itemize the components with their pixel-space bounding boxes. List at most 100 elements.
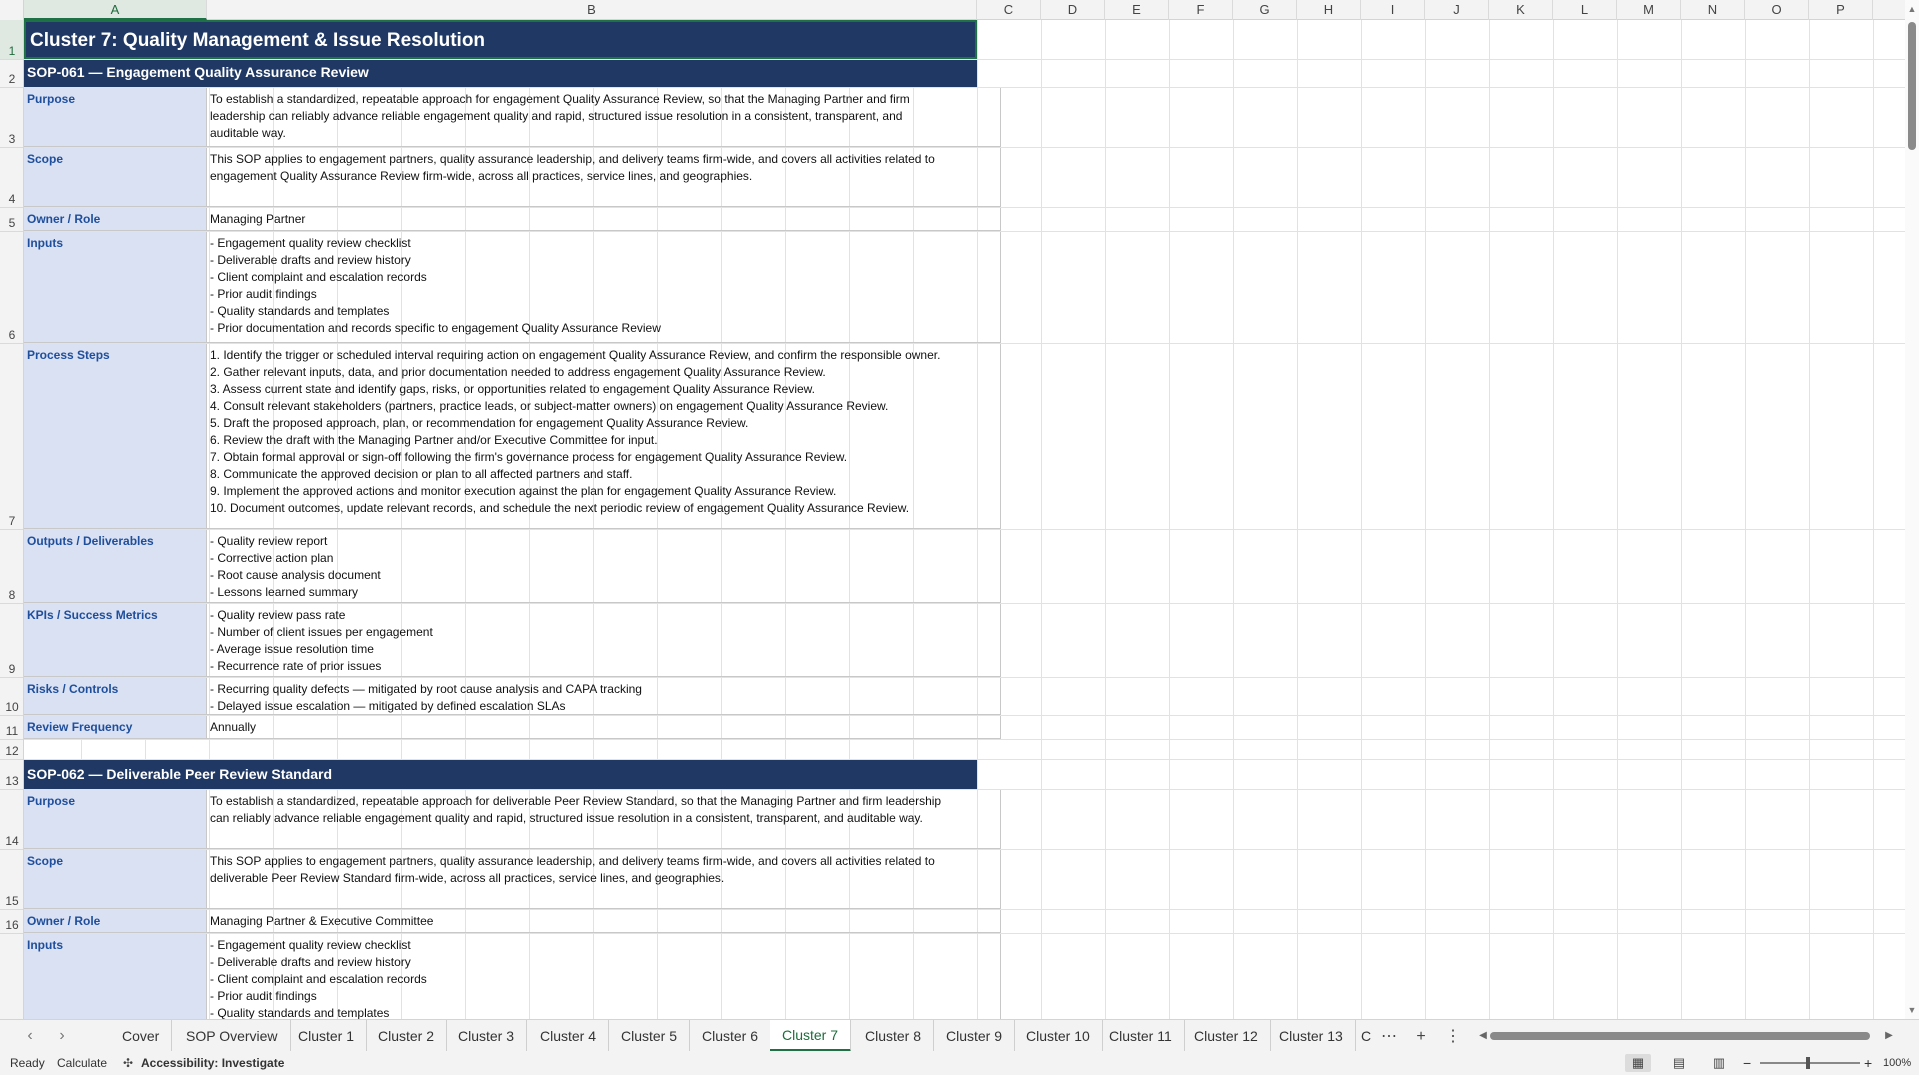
add-sheet-icon[interactable]: +	[1410, 1026, 1432, 1048]
row-header-1[interactable]: 1	[0, 20, 23, 60]
row-header-8[interactable]: 8	[0, 530, 23, 604]
column-header-c[interactable]: C	[977, 0, 1041, 20]
column-header-d[interactable]: D	[1041, 0, 1105, 20]
kpis-label-cell[interactable]: KPIs / Success Metrics	[24, 604, 207, 677]
worksheet-grid[interactable]: Cluster 7: Quality Management & Issue Re…	[24, 20, 1905, 1019]
sheet-tab[interactable]: Cluster 5	[609, 1020, 691, 1052]
inputs-value-cell[interactable]: - Engagement quality review checklist - …	[207, 934, 1001, 1019]
sheet-tab[interactable]: Cluster 6	[690, 1020, 772, 1052]
risks-value-cell[interactable]: - Recurring quality defects — mitigated …	[207, 678, 1001, 715]
column-header-j[interactable]: J	[1425, 0, 1489, 20]
owner-value-cell[interactable]: Managing Partner & Executive Committee	[207, 910, 1001, 933]
column-header-o[interactable]: O	[1745, 0, 1809, 20]
row-header-13[interactable]: 13	[0, 760, 23, 790]
row-header-6[interactable]: 6	[0, 232, 23, 344]
next-sheet-icon[interactable]: ›	[52, 1026, 72, 1046]
sheet-tab[interactable]: Cluster 11	[1097, 1020, 1185, 1052]
purpose-label-cell[interactable]: Purpose	[24, 790, 207, 849]
column-header-p[interactable]: P	[1809, 0, 1873, 20]
cluster-title-cell[interactable]: Cluster 7: Quality Management & Issue Re…	[24, 20, 977, 59]
review-label-cell[interactable]: Review Frequency	[24, 716, 207, 739]
horizontal-scrollbar[interactable]: ◀ ▶	[1476, 1029, 1896, 1043]
blank-row[interactable]	[24, 740, 1905, 760]
scroll-right-icon[interactable]: ▶	[1882, 1029, 1896, 1043]
outputs-value-cell[interactable]: - Quality review report - Corrective act…	[207, 530, 1001, 603]
horizontal-scroll-thumb[interactable]	[1490, 1032, 1870, 1040]
row-header-16[interactable]: 16	[0, 910, 23, 934]
scope-value-cell[interactable]: This SOP applies to engagement partners,…	[207, 148, 1001, 207]
purpose-label-cell[interactable]: Purpose	[24, 88, 207, 147]
column-header-a[interactable]: A	[24, 0, 207, 20]
scroll-up-icon[interactable]: ▲	[1905, 2, 1919, 16]
zoom-slider-knob[interactable]	[1806, 1057, 1810, 1069]
row-header-5[interactable]: 5	[0, 208, 23, 232]
sheet-tab-active[interactable]: Cluster 7	[770, 1020, 852, 1052]
vertical-scrollbar[interactable]: ▲ ▼	[1905, 0, 1919, 1019]
risks-label-cell[interactable]: Risks / Controls	[24, 678, 207, 715]
scope-label-cell[interactable]: Scope	[24, 850, 207, 909]
owner-value-cell[interactable]: Managing Partner	[207, 208, 1001, 231]
scroll-left-icon[interactable]: ◀	[1476, 1029, 1490, 1043]
tab-options-icon[interactable]: ⋮	[1442, 1026, 1464, 1048]
zoom-out-icon[interactable]: −	[1743, 1051, 1751, 1075]
sheet-tab[interactable]: Cluster 10	[1014, 1020, 1103, 1052]
row-header-10[interactable]: 10	[0, 678, 23, 716]
steps-value-cell[interactable]: 1. Identify the trigger or scheduled int…	[207, 344, 1001, 529]
column-header-i[interactable]: I	[1361, 0, 1425, 20]
select-all-corner[interactable]	[0, 0, 24, 20]
sop-062-header-cell[interactable]: SOP-062 — Deliverable Peer Review Standa…	[24, 760, 977, 789]
row-header-9[interactable]: 9	[0, 604, 23, 678]
row-header-2[interactable]: 2	[0, 60, 23, 88]
column-header-h[interactable]: H	[1297, 0, 1361, 20]
row-header-14[interactable]: 14	[0, 790, 23, 850]
sheet-tab[interactable]: Cluster 4	[528, 1020, 610, 1052]
column-header-b[interactable]: B	[207, 0, 977, 20]
kpis-value-cell[interactable]: - Quality review pass rate - Number of c…	[207, 604, 1001, 677]
row-header-11[interactable]: 11	[0, 716, 23, 740]
sheet-tab[interactable]: Cluster 13	[1267, 1020, 1356, 1052]
sheet-tab-truncated[interactable]: C	[1355, 1020, 1377, 1052]
sheet-tab[interactable]: Cluster 9	[934, 1020, 1016, 1052]
sop-061-header-cell[interactable]: SOP-061 — Engagement Quality Assurance R…	[24, 60, 977, 87]
row-header-7[interactable]: 7	[0, 344, 23, 530]
prev-sheet-icon[interactable]: ‹	[20, 1026, 40, 1046]
column-header-l[interactable]: L	[1553, 0, 1617, 20]
sheet-tab[interactable]: Cluster 3	[446, 1020, 528, 1052]
row-header-17[interactable]: 17	[0, 934, 23, 1019]
accessibility-status[interactable]: Accessibility: Investigate	[141, 1051, 284, 1075]
column-header-g[interactable]: G	[1233, 0, 1297, 20]
sheet-tab[interactable]: Cluster 2	[366, 1020, 448, 1052]
accessibility-icon[interactable]: ✣	[123, 1051, 133, 1075]
sheet-tab[interactable]: Cover	[110, 1020, 173, 1052]
purpose-value-cell[interactable]: To establish a standardized, repeatable …	[207, 790, 1001, 849]
sheet-tab[interactable]: Cluster 1	[286, 1020, 368, 1052]
sheet-tab[interactable]: Cluster 8	[853, 1020, 935, 1052]
row-header-3[interactable]: 3	[0, 88, 23, 148]
column-header-k[interactable]: K	[1489, 0, 1553, 20]
owner-label-cell[interactable]: Owner / Role	[24, 208, 207, 231]
calculate-button[interactable]: Calculate	[57, 1051, 107, 1075]
row-header-4[interactable]: 4	[0, 148, 23, 208]
inputs-value-cell[interactable]: - Engagement quality review checklist - …	[207, 232, 1001, 343]
vertical-scroll-thumb[interactable]	[1908, 22, 1916, 150]
inputs-label-cell[interactable]: Inputs	[24, 232, 207, 343]
purpose-value-cell[interactable]: To establish a standardized, repeatable …	[207, 88, 1001, 147]
zoom-in-icon[interactable]: +	[1864, 1051, 1872, 1075]
column-header-n[interactable]: N	[1681, 0, 1745, 20]
owner-label-cell[interactable]: Owner / Role	[24, 910, 207, 933]
scroll-down-icon[interactable]: ▼	[1905, 1003, 1919, 1017]
scope-label-cell[interactable]: Scope	[24, 148, 207, 207]
review-value-cell[interactable]: Annually	[207, 716, 1001, 739]
page-break-preview-icon[interactable]: ▥	[1706, 1054, 1732, 1072]
sheet-tab[interactable]: Cluster 12	[1182, 1020, 1271, 1052]
more-sheets-icon[interactable]: ⋯	[1378, 1026, 1400, 1048]
normal-view-icon[interactable]: ▦	[1625, 1054, 1651, 1072]
zoom-level[interactable]: 100%	[1883, 1051, 1911, 1075]
column-header-m[interactable]: M	[1617, 0, 1681, 20]
steps-label-cell[interactable]: Process Steps	[24, 344, 207, 529]
row-header-15[interactable]: 15	[0, 850, 23, 910]
inputs-label-cell[interactable]: Inputs	[24, 934, 207, 1019]
outputs-label-cell[interactable]: Outputs / Deliverables	[24, 530, 207, 603]
row-header-12[interactable]: 12	[0, 740, 23, 760]
sheet-tab[interactable]: SOP Overview	[174, 1020, 291, 1052]
